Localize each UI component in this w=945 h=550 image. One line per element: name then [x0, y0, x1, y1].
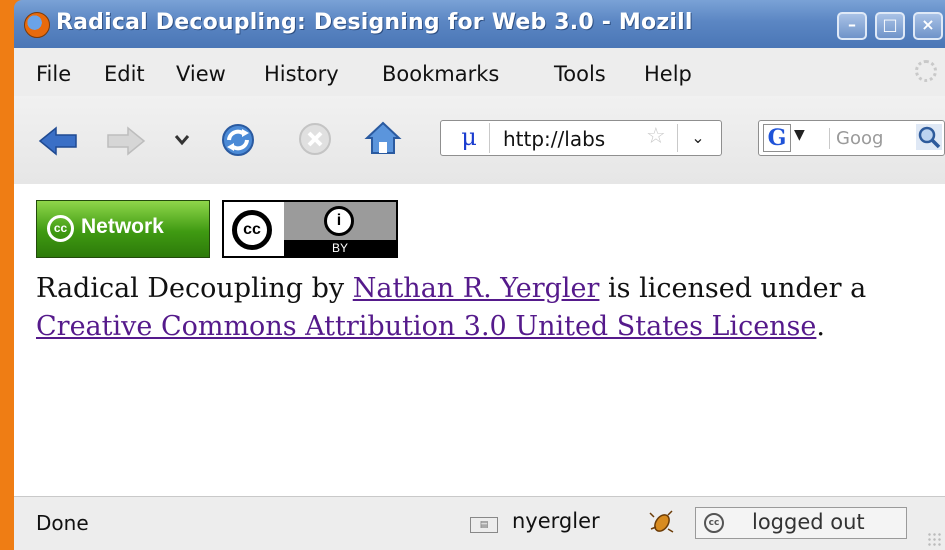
site-favicon: μ — [449, 123, 490, 153]
url-bar[interactable]: μ http://labs ☆ ⌄ — [440, 120, 722, 156]
menu-tools[interactable]: Tools — [554, 62, 606, 86]
search-magnifier-icon[interactable] — [916, 124, 942, 150]
menu-view[interactable]: View — [176, 62, 226, 86]
status-text: Done — [36, 511, 89, 535]
history-dropdown-icon[interactable] — [174, 134, 190, 146]
firefox-icon — [24, 12, 50, 38]
menu-bar: File Edit View History Bookmarks Tools H… — [14, 48, 945, 97]
title-bar: Radical Decoupling: Designing for Web 3.… — [14, 0, 945, 48]
user-card-icon: ▤ — [470, 517, 498, 533]
menu-bookmarks[interactable]: Bookmarks — [382, 62, 499, 86]
cc-by-badge[interactable]: cc i BY — [222, 200, 398, 258]
search-engine-dropdown-icon[interactable]: ▼ — [794, 127, 805, 143]
badge-network-label: Network — [81, 215, 164, 238]
login-status-panel[interactable]: cc logged out — [695, 507, 907, 539]
url-dropdown-icon[interactable]: ⌄ — [677, 124, 718, 152]
resize-grip-icon[interactable] — [927, 532, 941, 546]
close-button[interactable]: × — [913, 12, 943, 40]
author-link[interactable]: Nathan R. Yergler — [353, 273, 600, 304]
license-link[interactable]: Creative Commons Attribution 3.0 United … — [36, 311, 816, 342]
menu-file[interactable]: File — [36, 62, 71, 86]
bookmark-star-icon[interactable]: ☆ — [646, 124, 666, 149]
license-text-1: Radical Decoupling by — [36, 273, 353, 304]
status-username[interactable]: nyergler — [512, 509, 600, 533]
window-title: Radical Decoupling: Designing for Web 3.… — [56, 10, 693, 35]
cc-small-icon: cc — [704, 513, 724, 533]
menu-help[interactable]: Help — [644, 62, 692, 86]
stop-icon[interactable] — [298, 122, 332, 156]
search-input[interactable]: Goog — [829, 128, 883, 149]
home-icon[interactable] — [364, 120, 402, 156]
cc-icon: cc — [47, 215, 74, 242]
attribution-icon: i — [324, 206, 354, 236]
page-content: cc Network cc i BY Radical Decoupling by… — [14, 184, 945, 496]
license-text-3: . — [816, 311, 825, 342]
login-status-text: logged out — [752, 510, 865, 534]
throbber-icon — [915, 60, 937, 82]
search-engine-icon[interactable]: G — [763, 124, 791, 152]
menu-edit[interactable]: Edit — [104, 62, 145, 86]
license-statement: Radical Decoupling by Nathan R. Yergler … — [36, 270, 926, 346]
maximize-button[interactable]: □ — [875, 12, 905, 40]
navigation-toolbar: μ http://labs ☆ ⌄ G ▼ Goog — [14, 96, 945, 185]
menu-history[interactable]: History — [264, 62, 339, 86]
forward-icon[interactable] — [106, 126, 146, 156]
search-bar[interactable]: G ▼ Goog — [758, 120, 945, 156]
url-text[interactable]: http://labs — [503, 127, 605, 151]
firebug-icon[interactable] — [648, 507, 676, 535]
cc-network-badge[interactable]: cc Network — [36, 200, 210, 258]
license-text-2: is licensed under a — [599, 273, 867, 304]
badge-by-label: BY — [284, 240, 396, 256]
minimize-button[interactable]: – — [837, 12, 867, 40]
status-bar: Done ▤ nyergler cc logged out — [14, 496, 945, 550]
cc-logo-icon: cc — [232, 210, 272, 250]
back-icon[interactable] — [38, 126, 78, 156]
reload-icon[interactable] — [220, 122, 256, 158]
